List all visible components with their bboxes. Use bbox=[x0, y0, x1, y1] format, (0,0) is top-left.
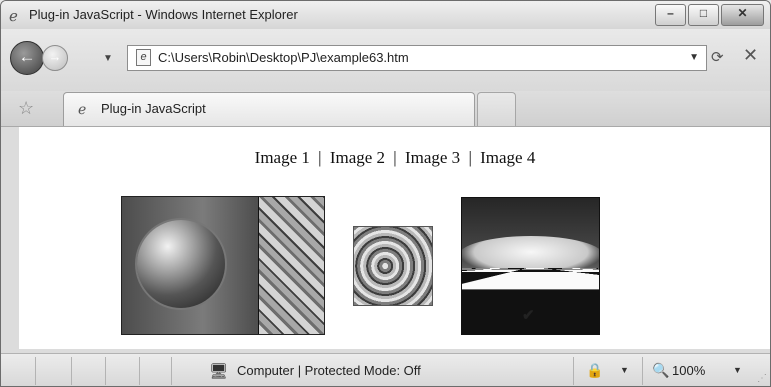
forward-button[interactable]: → bbox=[42, 45, 68, 71]
status-divider bbox=[105, 357, 106, 385]
zoom-level[interactable]: 100% bbox=[672, 363, 705, 378]
image-link-3[interactable]: Image 3 bbox=[405, 148, 460, 167]
resize-grip-icon[interactable]: ⋰ bbox=[757, 373, 767, 384]
mosaic-panel bbox=[258, 197, 324, 334]
maximize-button[interactable]: □ bbox=[688, 4, 719, 26]
window-title: Plug-in JavaScript - Windows Internet Ex… bbox=[29, 7, 298, 22]
security-dropdown-icon[interactable]: ▼ bbox=[620, 365, 629, 375]
favorites-star-icon[interactable]: ☆ bbox=[18, 98, 34, 119]
minimize-icon: – bbox=[667, 6, 674, 20]
ie-logo-icon: ℯ bbox=[9, 8, 18, 25]
navigation-bar: ← → ▼ e C:\Users\Robin\Desktop\PJ\exampl… bbox=[1, 29, 770, 91]
stop-icon[interactable]: ✕ bbox=[743, 45, 758, 66]
title-bar[interactable]: ℯ Plug-in JavaScript - Windows Internet … bbox=[1, 1, 770, 29]
page-icon: e bbox=[136, 49, 151, 66]
browser-window: ℯ Plug-in JavaScript - Windows Internet … bbox=[0, 0, 771, 387]
address-text[interactable]: C:\Users\Robin\Desktop\PJ\example63.htm bbox=[158, 50, 409, 65]
link-separator: | bbox=[468, 148, 472, 167]
computer-icon: 🖥 bbox=[209, 363, 229, 380]
image-link-4[interactable]: Image 4 bbox=[480, 148, 535, 167]
window-controls: – □ ✕ bbox=[655, 4, 764, 26]
zoom-dropdown-icon[interactable]: ▼ bbox=[733, 365, 742, 375]
forward-arrow-icon: → bbox=[48, 49, 62, 64]
chrome-sphere bbox=[137, 220, 225, 308]
back-arrow-icon: ← bbox=[18, 47, 36, 66]
tab-plug-in-javascript[interactable]: ℯ Plug-in JavaScript bbox=[63, 92, 475, 126]
tab-label: Plug-in JavaScript bbox=[101, 101, 206, 116]
link-separator: | bbox=[318, 148, 322, 167]
security-zone-text[interactable]: Computer | Protected Mode: Off bbox=[237, 363, 421, 378]
back-button[interactable]: ← bbox=[10, 41, 44, 75]
minimize-button[interactable]: – bbox=[655, 4, 686, 26]
status-divider bbox=[35, 357, 36, 385]
tab-bar: ☆ ℯ Plug-in JavaScript bbox=[1, 91, 770, 127]
link-separator: | bbox=[393, 148, 397, 167]
address-bar[interactable]: e C:\Users\Robin\Desktop\PJ\example63.ht… bbox=[127, 45, 707, 71]
checkmark-icon: ✔ bbox=[522, 307, 535, 324]
page-content: Image 1 | Image 2 | Image 3 | Image 4 ✔ bbox=[19, 127, 770, 349]
new-tab-button[interactable] bbox=[477, 92, 516, 126]
status-divider bbox=[171, 357, 172, 385]
sphere-image bbox=[121, 196, 325, 335]
close-button[interactable]: ✕ bbox=[721, 4, 764, 26]
history-dropdown-icon[interactable]: ▼ bbox=[103, 53, 113, 64]
ie-logo-icon: ℯ bbox=[78, 101, 87, 117]
status-divider bbox=[71, 357, 72, 385]
status-divider bbox=[642, 357, 643, 385]
checkerboard-sky-image: ✔ bbox=[461, 197, 600, 335]
status-divider bbox=[573, 357, 574, 385]
image-link-1[interactable]: Image 1 bbox=[255, 148, 310, 167]
image-link-2[interactable]: Image 2 bbox=[330, 148, 385, 167]
close-icon: ✕ bbox=[737, 6, 748, 20]
checkerboard-floor bbox=[462, 268, 599, 334]
texture-image bbox=[353, 226, 433, 306]
status-bar: 🖥 Computer | Protected Mode: Off 🔒 ▼ 🔍 1… bbox=[1, 353, 770, 386]
refresh-icon[interactable]: ⟳ bbox=[711, 48, 724, 66]
maximize-icon: □ bbox=[699, 6, 708, 20]
zoom-icon[interactable]: 🔍 bbox=[652, 362, 669, 379]
image-links: Image 1 | Image 2 | Image 3 | Image 4 bbox=[19, 148, 770, 168]
security-lock-icon[interactable]: 🔒 bbox=[586, 362, 603, 379]
address-dropdown-icon[interactable]: ▼ bbox=[689, 52, 699, 63]
status-divider bbox=[139, 357, 140, 385]
